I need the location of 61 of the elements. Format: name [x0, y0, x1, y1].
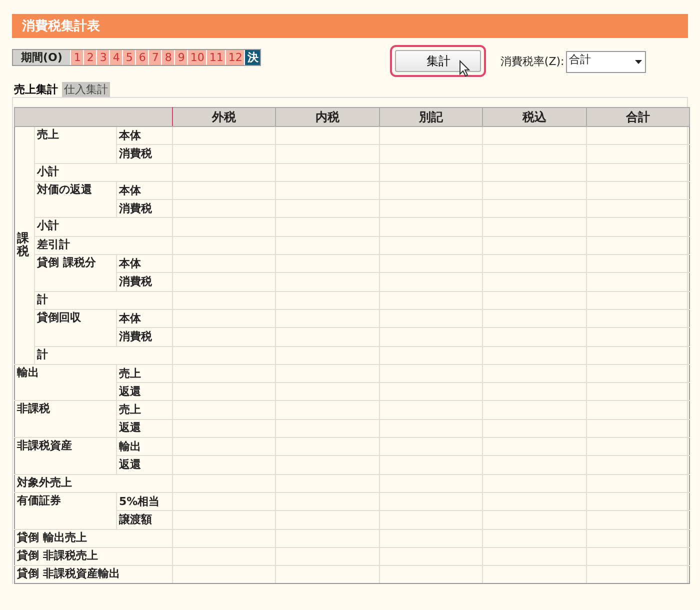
period-button[interactable]: 9	[174, 50, 188, 64]
period-button[interactable]: 4	[109, 50, 122, 64]
row-label: 有価証券	[14, 492, 116, 530]
row-sublabel: 返還	[116, 419, 173, 438]
tab[interactable]: 売上集計	[12, 82, 60, 97]
period-button[interactable]: 6	[135, 50, 148, 64]
period-button[interactable]: 3	[96, 50, 110, 64]
row-sublabel: 5%相当	[116, 492, 173, 511]
row-sublabel: 消費税	[116, 144, 173, 164]
row-label: 貸倒 非課税売上	[14, 547, 173, 566]
row-sublabel: 売上	[116, 400, 173, 420]
row-label: 差引計	[34, 236, 173, 255]
row-sublabel: 返還	[116, 456, 173, 474]
row-sublabel: 本体	[116, 181, 173, 200]
tax-rate-label: 消費税率(Z):	[500, 54, 564, 68]
row-sublabel: 売上	[116, 364, 173, 383]
column-header: 合計	[586, 108, 690, 126]
row-label: 貸倒 非課税資産輸出	[14, 566, 173, 584]
column-header: 外税	[172, 108, 276, 126]
row-group-label: 課税	[17, 232, 29, 259]
row-label: 非課税資産	[14, 438, 116, 474]
row-label: 対価の返還	[34, 181, 116, 218]
period-button[interactable]: 10	[187, 50, 206, 64]
row-sublabel: 消費税	[116, 200, 173, 218]
row-sublabel: 消費税	[116, 328, 173, 346]
row-label: 小計	[34, 163, 173, 182]
row-sublabel: 本体	[116, 309, 173, 328]
period-button[interactable]: 11	[206, 50, 226, 64]
period-button[interactable]: 7	[148, 50, 162, 64]
cursor-icon	[459, 60, 470, 77]
row-label: 輸出	[14, 364, 116, 401]
row-sublabel: 返還	[116, 382, 173, 401]
row-label: 貸倒 輸出売上	[14, 529, 173, 548]
row-sublabel: 輸出	[116, 438, 173, 456]
row-label: 非課税	[14, 400, 116, 438]
period-button[interactable]: 1	[70, 50, 84, 64]
window-title: 消費税集計表	[22, 18, 100, 35]
period-button[interactable]: 決	[244, 50, 260, 64]
period-button[interactable]: 12	[225, 50, 244, 64]
aggregate-button[interactable]: 集計	[395, 50, 482, 72]
column-header: 別記	[379, 108, 483, 126]
row-label: 売上	[34, 126, 116, 164]
row-label: 計	[34, 346, 173, 364]
period-button[interactable]: 8	[161, 50, 174, 64]
column-header: 税込	[482, 108, 586, 126]
row-label: 貸倒 課税分	[34, 254, 116, 292]
row-sublabel: 消費税	[116, 272, 173, 292]
row-sublabel: 譲渡額	[116, 510, 173, 530]
row-label: 小計	[34, 218, 173, 236]
tab[interactable]: 仕入集計	[62, 82, 110, 97]
row-label: 対象外売上	[14, 474, 173, 492]
row-sublabel: 本体	[116, 126, 173, 145]
period-label: 期間(O)	[13, 50, 70, 64]
row-label: 計	[34, 291, 173, 310]
period-button[interactable]: 5	[122, 50, 136, 64]
caret-icon	[635, 60, 642, 64]
column-header: 内税	[276, 108, 380, 126]
row-label: 貸倒回収	[34, 309, 116, 346]
tax-rate-dropdown[interactable]: 合計	[566, 51, 646, 73]
period-button[interactable]: 2	[83, 50, 96, 64]
row-sublabel: 本体	[116, 254, 173, 273]
